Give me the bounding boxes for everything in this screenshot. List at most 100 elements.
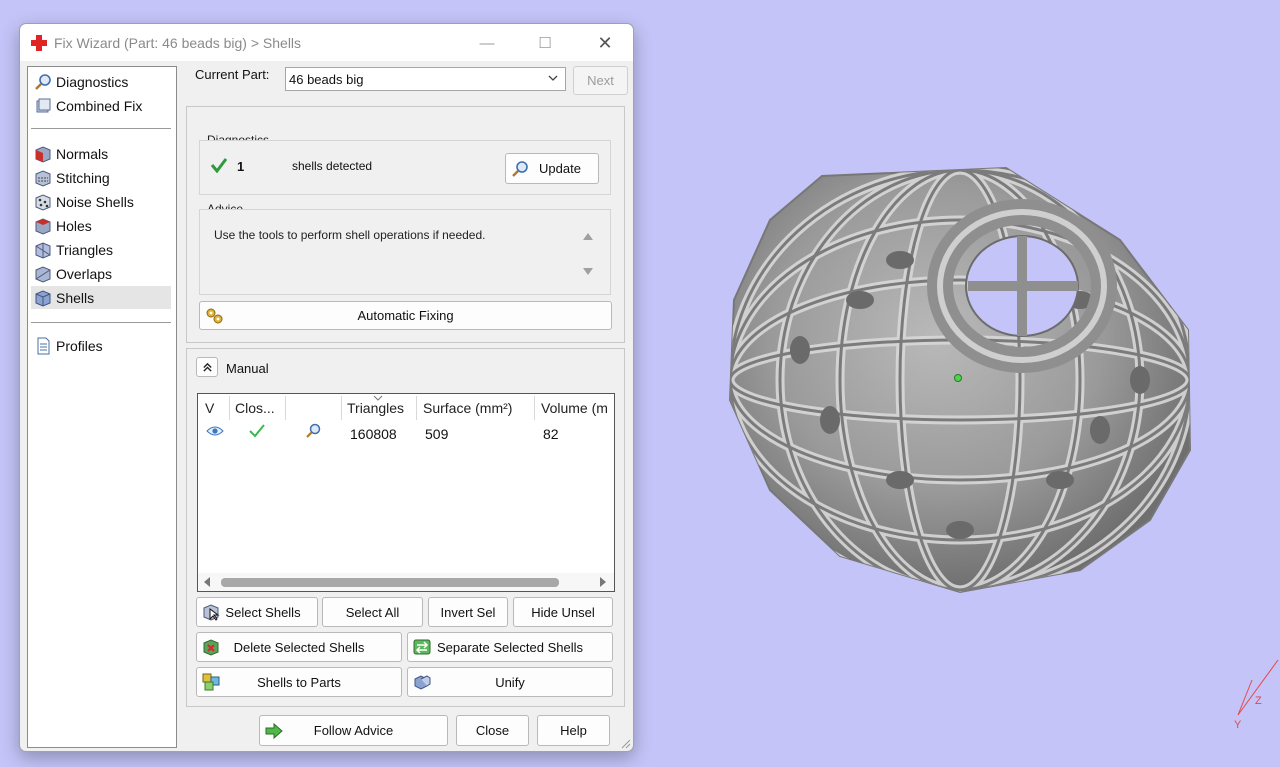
hide-unselected-button[interactable]: Hide Unsel [513, 597, 613, 627]
right-arrow-icon [265, 722, 283, 739]
nav-item-label: Diagnostics [56, 73, 129, 90]
manual-title: Manual [226, 361, 269, 376]
shells-detected-text: shells detected [292, 159, 373, 173]
minimize-button[interactable]: — [464, 29, 510, 57]
triangles-cell: 160808 [350, 426, 397, 442]
column-header-surface[interactable]: Surface (mm²) [423, 400, 512, 416]
overlaps-icon [35, 265, 51, 283]
nav-item-label: Overlaps [56, 265, 113, 282]
nav-item-label: Combined Fix [56, 97, 143, 114]
chevron-down-icon [548, 75, 558, 81]
nav-item-normals[interactable]: Normals [31, 142, 171, 165]
scroll-up-icon[interactable] [583, 232, 593, 240]
nav-item-label: Profiles [56, 337, 103, 354]
magnifier-icon [35, 73, 51, 90]
nav-item-label: Triangles [56, 241, 114, 258]
shells-to-parts-label: Shells to Parts [257, 674, 341, 690]
select-shells-label: Select Shells [225, 604, 301, 620]
next-button[interactable]: Next [573, 66, 628, 95]
separate-selected-shells-label: Separate Selected Shells [437, 639, 583, 655]
window-title: Fix Wizard (Part: 46 beads big) > Shells [54, 35, 302, 51]
nav-item-diagnostics[interactable]: Diagnostics [31, 70, 171, 93]
unify-label: Unify [495, 674, 525, 690]
nav-item-label: Normals [56, 145, 109, 162]
magnifier-icon[interactable] [304, 422, 322, 440]
current-part-label: Current Part: [195, 67, 270, 82]
nav-separator [31, 128, 171, 129]
fix-wizard-dialog: Fix Wizard (Part: 46 beads big) > Shells… [19, 23, 634, 752]
advice-text: Use the tools to perform shell operation… [214, 228, 486, 242]
update-button[interactable]: Update [505, 153, 599, 184]
scroll-down-icon[interactable] [583, 268, 593, 276]
holes-icon [35, 217, 51, 235]
follow-advice-label: Follow Advice [313, 723, 394, 738]
nav-item-label: Stitching [56, 169, 110, 186]
current-part-value: 46 beads big [289, 71, 364, 87]
close-window-button[interactable]: ✕ [582, 29, 628, 57]
shells-to-parts-icon [202, 673, 220, 691]
nav-item-label: Shells [56, 289, 95, 306]
gears-icon [206, 308, 223, 323]
unify-icon [414, 675, 431, 690]
nav-item-profiles[interactable]: Profiles [31, 334, 171, 357]
unify-button[interactable]: Unify [407, 667, 613, 697]
nav-item-triangles[interactable]: Triangles [31, 238, 171, 261]
eye-icon[interactable] [206, 425, 224, 437]
fix-navigation-list: Diagnostics Combined Fix Normals Stitchi… [27, 66, 177, 748]
collapse-manual-button[interactable] [196, 357, 218, 377]
checkmark-icon [249, 424, 265, 438]
nav-item-stitching[interactable]: Stitching [31, 166, 171, 189]
nav-item-noise-shells[interactable]: Noise Shells [31, 190, 171, 213]
resize-grip-icon[interactable] [619, 737, 631, 749]
select-cursor-icon [203, 604, 220, 621]
scrollbar-thumb[interactable] [221, 578, 559, 587]
advice-text-area: Use the tools to perform shell operation… [201, 228, 586, 294]
checkmark-icon [210, 158, 228, 174]
close-button[interactable]: Close [456, 715, 529, 746]
separate-selected-shells-button[interactable]: Separate Selected Shells [407, 632, 613, 662]
red-cross-icon [31, 35, 47, 51]
nav-item-label: Holes [56, 217, 92, 234]
column-header-volume[interactable]: Volume (m [541, 400, 608, 416]
shells-icon [35, 289, 51, 307]
select-shells-button[interactable]: Select Shells [196, 597, 318, 627]
nav-separator [31, 322, 171, 323]
surface-cell: 509 [425, 426, 449, 442]
delete-shell-icon [203, 639, 219, 656]
double-chevron-up-icon [202, 362, 212, 372]
nav-item-label: Noise Shells [56, 193, 134, 210]
normals-icon [35, 145, 51, 163]
scroll-left-icon[interactable] [203, 577, 211, 587]
triangles-icon [35, 241, 51, 259]
shells-to-parts-button[interactable]: Shells to Parts [196, 667, 402, 697]
document-icon [37, 337, 50, 354]
combined-fix-icon [36, 98, 51, 112]
follow-advice-button[interactable]: Follow Advice [259, 715, 448, 746]
current-part-select[interactable]: 46 beads big [285, 67, 566, 91]
column-header-triangles[interactable]: Triangles [347, 400, 404, 416]
scroll-right-icon[interactable] [599, 577, 607, 587]
magnifier-icon [512, 160, 528, 177]
horizontal-scrollbar[interactable] [198, 573, 614, 591]
volume-cell: 82 [543, 426, 559, 442]
column-header-closed[interactable]: Clos... [235, 400, 275, 416]
separate-shells-icon [413, 639, 431, 655]
help-button[interactable]: Help [537, 715, 610, 746]
shells-table[interactable]: V Clos... Triangles Surface (mm²) Volume… [197, 393, 615, 592]
stitching-icon [35, 169, 51, 187]
nav-item-holes[interactable]: Holes [31, 214, 171, 237]
column-header-visible[interactable]: V [205, 400, 214, 416]
noise-shells-icon [35, 193, 51, 211]
automatic-fixing-button[interactable]: Automatic Fixing [199, 301, 612, 330]
title-bar[interactable]: Fix Wizard (Part: 46 beads big) > Shells… [20, 24, 633, 61]
automatic-fixing-label: Automatic Fixing [357, 308, 454, 323]
shell-count: 1 [237, 159, 245, 174]
nav-item-overlaps[interactable]: Overlaps [31, 262, 171, 285]
update-label: Update [539, 161, 581, 176]
nav-item-shells[interactable]: Shells [31, 286, 171, 309]
select-all-button[interactable]: Select All [322, 597, 423, 627]
invert-selection-button[interactable]: Invert Sel [428, 597, 508, 627]
nav-item-combined-fix[interactable]: Combined Fix [31, 94, 171, 117]
maximize-button[interactable]: ☐ [522, 29, 568, 57]
delete-selected-shells-button[interactable]: Delete Selected Shells [196, 632, 402, 662]
